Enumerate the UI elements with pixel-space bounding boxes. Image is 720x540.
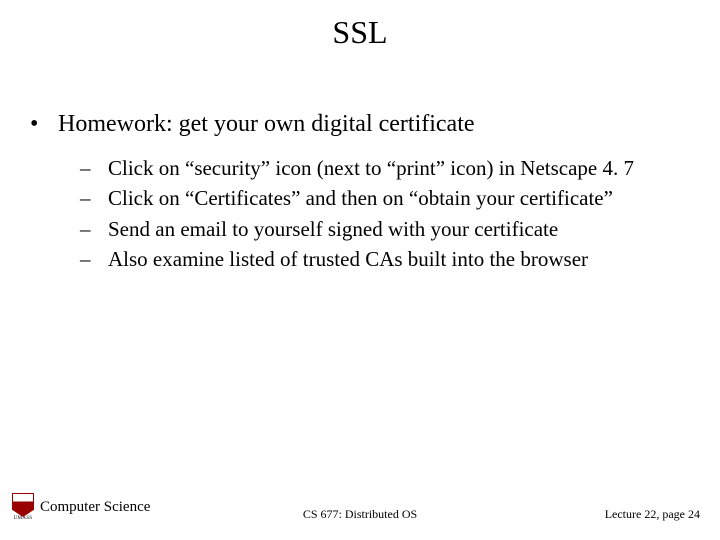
sub-bullet: – Click on “security” icon (next to “pri… bbox=[80, 154, 690, 182]
dash-marker: – bbox=[80, 184, 108, 212]
main-bullet-text: Homework: get your own digital certifica… bbox=[58, 111, 475, 138]
footer-course: CS 677: Distributed OS bbox=[303, 507, 417, 522]
dash-marker: – bbox=[80, 245, 108, 273]
dash-marker: – bbox=[80, 215, 108, 243]
bullet-marker: • bbox=[30, 111, 58, 138]
sub-bullet-text: Also examine listed of trusted CAs built… bbox=[108, 245, 588, 273]
sub-bullet: – Send an email to yourself signed with … bbox=[80, 215, 690, 243]
slide-footer: UMASS Computer Science CS 677: Distribut… bbox=[0, 492, 720, 522]
footer-department: Computer Science bbox=[40, 499, 150, 516]
sub-bullet: – Click on “Certificates” and then on “o… bbox=[80, 184, 690, 212]
slide-title: SSL bbox=[0, 0, 720, 51]
slide-content: • Homework: get your own digital certifi… bbox=[0, 51, 720, 273]
dash-marker: – bbox=[80, 154, 108, 182]
sub-bullet-text: Send an email to yourself signed with yo… bbox=[108, 215, 558, 243]
main-bullet: • Homework: get your own digital certifi… bbox=[30, 111, 690, 138]
sub-bullet: – Also examine listed of trusted CAs bui… bbox=[80, 245, 690, 273]
footer-page: Lecture 22, page 24 bbox=[605, 507, 700, 522]
umass-logo-icon: UMASS bbox=[10, 492, 36, 522]
sub-bullet-text: Click on “Certificates” and then on “obt… bbox=[108, 184, 613, 212]
sub-bullet-text: Click on “security” icon (next to “print… bbox=[108, 154, 634, 182]
footer-left: UMASS Computer Science bbox=[10, 492, 150, 522]
sub-bullet-list: – Click on “security” icon (next to “pri… bbox=[30, 146, 690, 273]
